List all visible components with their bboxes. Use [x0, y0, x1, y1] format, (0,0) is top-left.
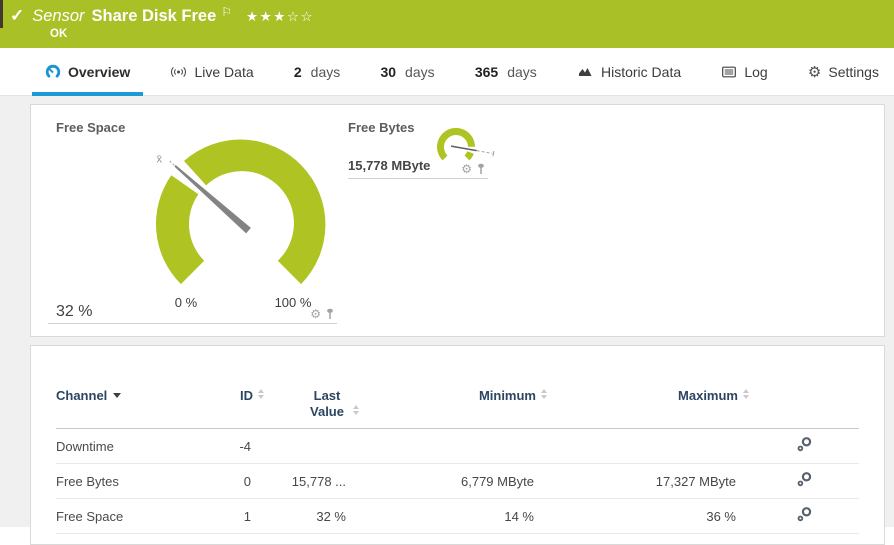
gauge-value: 15,778 MByte	[348, 158, 430, 173]
column-header-maximum[interactable]: Maximum	[547, 346, 749, 429]
sensor-title: Share Disk Free	[92, 7, 217, 26]
channel-id: 1	[186, 499, 264, 534]
svg-text:100 %: 100 %	[275, 295, 312, 310]
tab-historic-data[interactable]: Historic Data	[564, 48, 694, 95]
edge-artifact	[0, 0, 3, 28]
channel-settings-icon[interactable]	[796, 506, 813, 523]
tab-30-days[interactable]: 30 days	[367, 48, 447, 95]
channel-name[interactable]: Free Space	[56, 499, 186, 534]
channel-maximum	[547, 429, 749, 464]
column-header-channel[interactable]: Channel	[56, 346, 186, 429]
tab-bar: Overview Live Data 2 days 30 days 365 da…	[0, 48, 894, 96]
channel-name[interactable]: Free Bytes	[56, 464, 186, 499]
channel-minimum	[359, 429, 547, 464]
table-row-free-space[interactable]: Free Space 1 32 % 14 % 36 %	[56, 499, 859, 534]
gauge-settings-icon[interactable]: ⚙	[310, 307, 321, 321]
free-space-gauge-cell: Free Space x̄ 0 % 100 % 32 % ⚙	[48, 117, 337, 324]
channel-maximum: 36 %	[547, 499, 749, 534]
channel-last-value: 15,778 ...	[264, 464, 359, 499]
status-badge: OK	[50, 28, 67, 40]
column-header-actions	[749, 346, 859, 429]
log-list-icon	[721, 64, 737, 80]
table-row-free-bytes[interactable]: Free Bytes 0 15,778 ... 6,779 MByte 17,3…	[56, 464, 859, 499]
channel-maximum: 17,327 MByte	[547, 464, 749, 499]
column-header-last-value[interactable]: Last Value	[264, 346, 359, 429]
pin-icon[interactable]	[476, 163, 486, 175]
channel-name[interactable]: Downtime	[56, 429, 186, 464]
channel-id: -4	[186, 429, 264, 464]
free-space-gauge: x̄ 0 % 100 %	[131, 117, 351, 317]
channel-last-value	[264, 429, 359, 464]
column-header-id[interactable]: ID	[186, 346, 264, 429]
table-header-row: Channel ID Last Value Minimum Maximum	[56, 346, 859, 429]
gauge-icon	[45, 64, 61, 80]
gauge-title: Free Bytes	[348, 120, 414, 135]
channel-minimum: 14 %	[359, 499, 547, 534]
tab-365-days[interactable]: 365 days	[462, 48, 550, 95]
column-header-minimum[interactable]: Minimum	[359, 346, 547, 429]
svg-text:0 %: 0 %	[175, 295, 198, 310]
channels-table: Channel ID Last Value Minimum Maximum Do…	[56, 346, 859, 534]
gauge-settings-icon[interactable]: ⚙	[461, 162, 472, 176]
sensor-header: ✓ Sensor Share Disk Free ⚐ ★★★☆☆ OK	[0, 0, 894, 48]
tab-2-days[interactable]: 2 days	[281, 48, 353, 95]
stars-filled[interactable]: ★★★	[246, 9, 287, 24]
channel-minimum: 6,779 MByte	[359, 464, 547, 499]
content-area: Free Space x̄ 0 % 100 % 32 % ⚙ Free Bytes …	[0, 96, 894, 527]
priority-flag-icon[interactable]: ⚐	[221, 5, 232, 19]
tab-live-data[interactable]: Live Data	[157, 48, 266, 95]
tab-settings[interactable]: ⚙ Settings	[795, 48, 892, 95]
historic-chart-icon	[577, 64, 594, 80]
gauge-cell-actions: ⚙	[310, 307, 335, 321]
sensor-kind-label: Sensor	[32, 7, 84, 26]
tab-overview[interactable]: Overview	[32, 48, 143, 95]
svg-text:x̄: x̄	[156, 154, 162, 166]
sort-icon[interactable]	[541, 389, 547, 399]
gear-icon: ⚙	[808, 63, 821, 81]
gauge-cell-actions: ⚙	[461, 162, 486, 176]
dropdown-caret-icon	[113, 393, 121, 398]
channel-settings-icon[interactable]	[796, 471, 813, 488]
gauge-value: 32 %	[56, 303, 92, 321]
channels-panel: Channel ID Last Value Minimum Maximum Do…	[30, 345, 885, 545]
channel-settings-icon[interactable]	[796, 436, 813, 453]
table-row-downtime[interactable]: Downtime -4	[56, 429, 859, 464]
free-bytes-gauge-cell: Free Bytes 15,778 MByte ⚙	[348, 117, 488, 179]
priority-stars[interactable]: ★★★☆☆	[246, 8, 314, 25]
gauge-title: Free Space	[56, 120, 125, 135]
tab-log[interactable]: Log	[708, 48, 780, 95]
stars-empty[interactable]: ☆☆	[287, 9, 314, 24]
pin-icon[interactable]	[325, 308, 335, 320]
live-data-icon	[170, 64, 187, 80]
channel-last-value: 32 %	[264, 499, 359, 534]
sort-icon[interactable]	[258, 389, 264, 399]
gauges-panel: Free Space x̄ 0 % 100 % 32 % ⚙ Free Bytes …	[30, 104, 885, 337]
status-check-icon: ✓	[10, 6, 24, 26]
channel-id: 0	[186, 464, 264, 499]
sort-icon[interactable]	[353, 405, 359, 415]
sort-icon[interactable]	[743, 389, 749, 399]
